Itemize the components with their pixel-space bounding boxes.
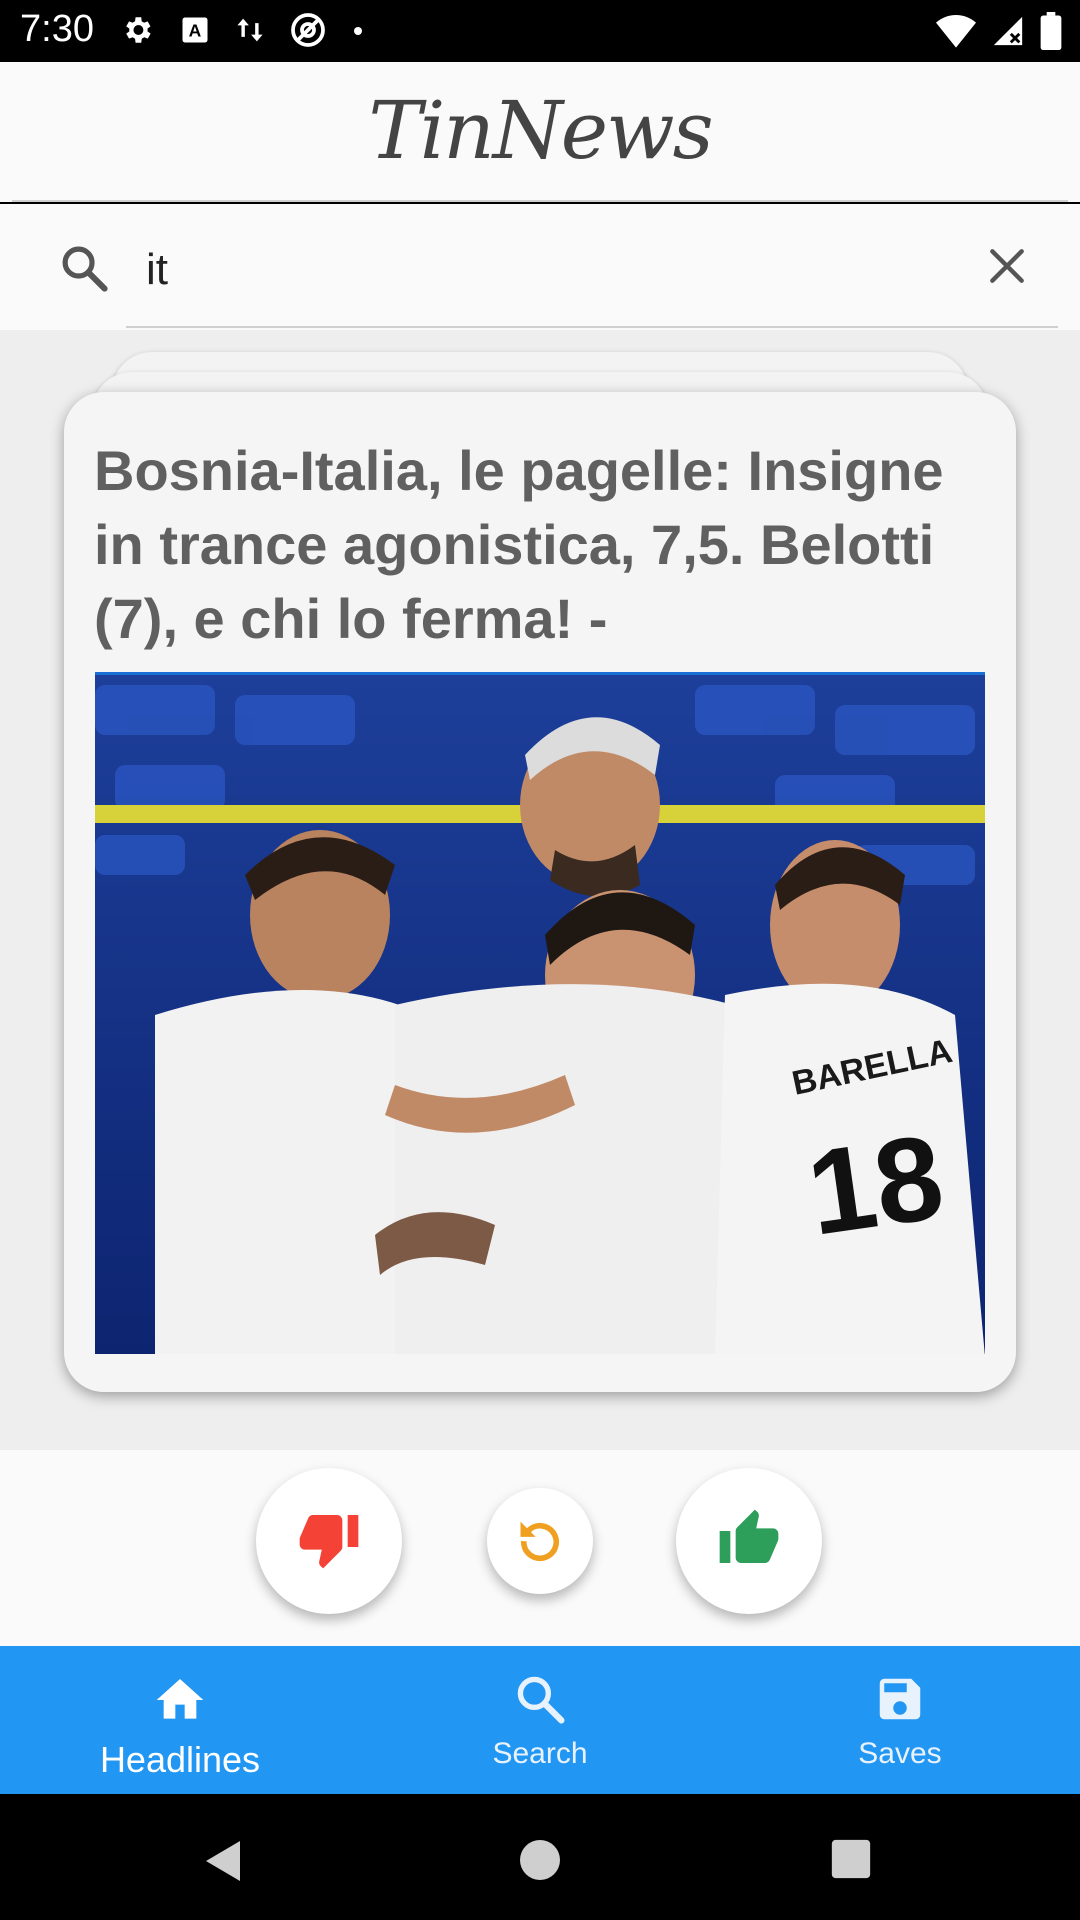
search-bar — [0, 204, 1080, 330]
card-stack-area: Bosnia-Italia, le pagelle: Insigne in tr… — [0, 330, 1080, 1450]
app-title: TinNews — [368, 84, 713, 177]
close-icon[interactable] — [985, 244, 1029, 293]
back-icon[interactable] — [200, 1836, 248, 1891]
search-input[interactable] — [146, 242, 946, 298]
status-bar: 7:30 A — [0, 0, 1080, 62]
svg-text:A: A — [189, 20, 202, 40]
football-players-celebrating-photo: BARELLA 18 — [95, 675, 985, 1354]
rewind-button[interactable] — [487, 1488, 593, 1594]
battery-icon — [1040, 12, 1062, 55]
thumbs-up-icon — [717, 1507, 781, 1576]
nav-item-search[interactable]: Search — [360, 1646, 720, 1794]
action-row — [0, 1450, 1080, 1646]
status-time: 7:30 — [20, 8, 94, 50]
save-icon — [873, 1672, 927, 1731]
wifi-icon — [936, 14, 976, 53]
dislike-button[interactable] — [256, 1468, 402, 1614]
nav-label-search: Search — [492, 1737, 588, 1770]
like-button[interactable] — [676, 1468, 822, 1614]
rewind-icon — [514, 1513, 566, 1570]
nav-item-headlines[interactable]: Headlines — [0, 1646, 360, 1794]
search-icon — [58, 242, 110, 299]
recents-icon[interactable] — [828, 1836, 874, 1887]
nav-label-headlines: Headlines — [99, 1739, 261, 1780]
nav-label-saves: Saves — [858, 1737, 942, 1770]
cell-signal-icon — [990, 14, 1026, 53]
dot-icon — [352, 24, 364, 42]
home-circle-icon[interactable] — [516, 1836, 564, 1889]
system-navigation-bar — [0, 1794, 1080, 1920]
status-icons-left: A — [120, 12, 364, 53]
search-icon — [513, 1672, 567, 1731]
gear-icon — [120, 13, 154, 52]
status-icons-right — [936, 12, 1062, 55]
search-underline — [126, 326, 1058, 328]
news-card-title: Bosnia-Italia, le pagelle: Insigne in tr… — [94, 439, 944, 650]
svg-text:18: 18 — [800, 1109, 951, 1260]
nav-item-saves[interactable]: Saves — [720, 1646, 1080, 1794]
news-card-image: BARELLA 18 — [95, 672, 985, 1354]
data-transfer-icon — [236, 14, 264, 51]
news-card[interactable]: Bosnia-Italia, le pagelle: Insigne in tr… — [64, 392, 1016, 1392]
home-icon — [152, 1672, 208, 1733]
app-header: TinNews — [0, 62, 1080, 202]
at-sign-icon — [290, 12, 326, 53]
header-divider — [12, 200, 1068, 202]
thumbs-down-icon — [297, 1507, 361, 1576]
bottom-navigation: Headlines Search Saves — [0, 1646, 1080, 1794]
text-a-icon: A — [180, 15, 210, 50]
